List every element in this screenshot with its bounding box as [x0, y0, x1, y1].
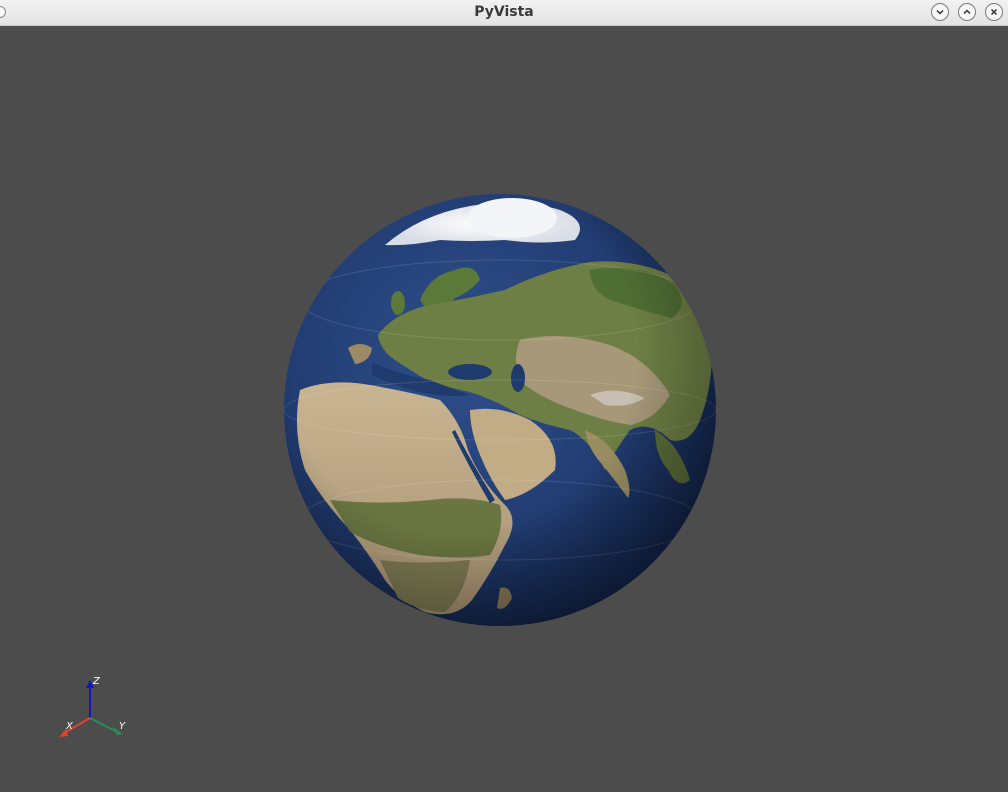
maximize-button[interactable] — [958, 3, 976, 21]
earth-globe[interactable] — [284, 194, 716, 626]
pyvista-window: PyVista Z Y X — [0, 0, 1008, 792]
z-axis-label: Z — [92, 676, 101, 687]
render-viewport[interactable]: Z Y X — [0, 26, 1008, 792]
title-bar[interactable]: PyVista — [0, 0, 1008, 26]
orientation-axes-widget: Z Y X — [59, 676, 126, 737]
scene-canvas[interactable]: Z Y X — [0, 26, 1008, 792]
chevron-down-icon — [936, 9, 944, 15]
x-axis-label: X — [65, 721, 74, 732]
y-axis-label: Y — [119, 721, 126, 732]
close-button[interactable] — [985, 3, 1003, 21]
minimize-button[interactable] — [931, 3, 949, 21]
window-title: PyVista — [474, 4, 534, 20]
y-axis-line — [89, 717, 118, 733]
chevron-up-icon — [963, 9, 971, 15]
close-icon — [990, 8, 998, 16]
